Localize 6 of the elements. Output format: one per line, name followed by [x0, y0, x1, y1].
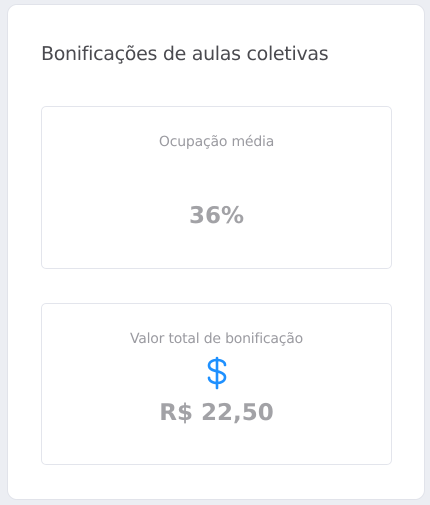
dollar-icon — [206, 356, 228, 390]
stat-value: 36% — [188, 202, 244, 231]
stat-value: R$ 22,50 — [159, 398, 274, 428]
stat-label: Ocupação média — [158, 133, 274, 151]
panel-title: Bonificações de aulas coletivas — [41, 42, 330, 67]
stat-label: Valor total de bonificação — [130, 330, 304, 348]
